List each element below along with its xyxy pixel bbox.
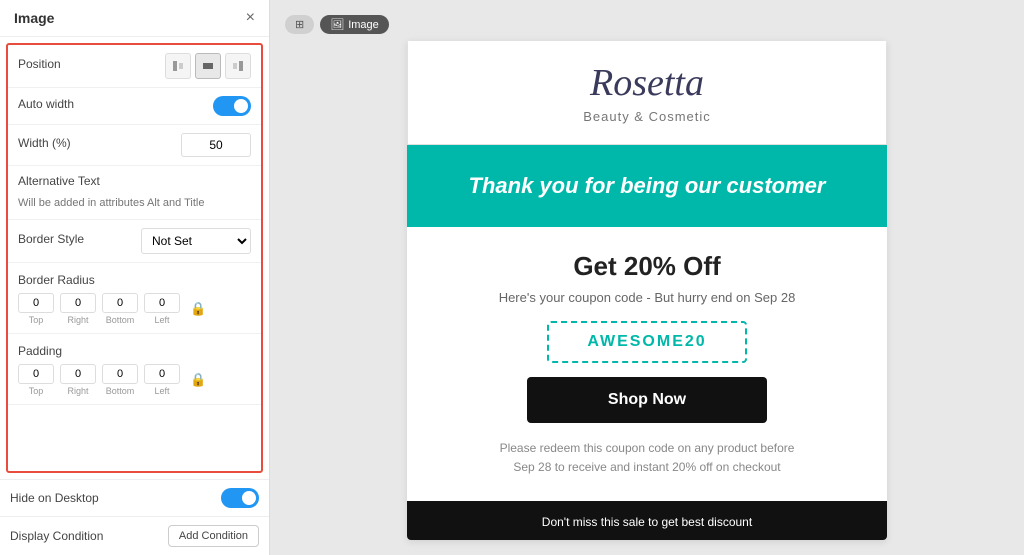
width-field: Width (%) (8, 125, 261, 166)
left-panel: Image × Position (0, 0, 270, 555)
image-pill-label: Image (348, 19, 379, 31)
padding-field: Padding Top Right Bottom Left (8, 334, 261, 405)
border-radius-top-input[interactable] (18, 293, 54, 313)
padding-label: Padding (18, 344, 62, 358)
redeem-text: Please redeem this coupon code on any pr… (437, 439, 857, 477)
padding-bottom-input[interactable] (102, 364, 138, 384)
padding-top-input[interactable] (18, 364, 54, 384)
email-card: Rosetta Beauty & Cosmetic Thank you for … (407, 40, 887, 540)
auto-width-toggle[interactable] (213, 96, 251, 116)
footer-banner: Don't miss this sale to get best discoun… (407, 501, 887, 540)
promo-section: Get 20% Off Here's your coupon code - Bu… (407, 227, 887, 501)
promo-heading: Get 20% Off (437, 251, 857, 282)
teal-banner: Thank you for being our customer (407, 145, 887, 227)
coupon-code: AWESOME20 (547, 321, 747, 363)
hide-desktop-toggle[interactable] (221, 488, 259, 508)
position-field: Position (8, 45, 261, 88)
shop-now-button[interactable]: Shop Now (527, 377, 767, 423)
promo-subtitle: Here's your coupon code - But hurry end … (437, 290, 857, 305)
logo-subtitle: Beauty & Cosmetic (428, 109, 866, 124)
display-condition-row: Display Condition Add Condition (0, 516, 269, 555)
border-radius-left-input[interactable] (144, 293, 180, 313)
border-style-label: Border Style (18, 232, 84, 246)
width-input[interactable] (181, 133, 251, 157)
add-condition-button[interactable]: Add Condition (168, 525, 259, 547)
position-icons (165, 53, 251, 79)
toolbar-bar: ⊞ 🖼 Image (285, 15, 389, 34)
grid-icon: ⊞ (295, 18, 304, 31)
footer-text: Don't miss this sale to get best discoun… (542, 515, 752, 529)
padding-right-input[interactable] (60, 364, 96, 384)
border-radius-right-input[interactable] (60, 293, 96, 313)
padding-bottom-label: Bottom (106, 386, 135, 396)
right-panel: ⊞ 🖼 Image Rosetta Beauty & Cosmetic Than… (270, 0, 1024, 555)
border-radius-field: Border Radius Top Right Bottom Left (8, 263, 261, 334)
display-condition-label: Display Condition (10, 529, 103, 543)
right-label: Right (67, 315, 88, 325)
border-radius-bottom-input[interactable] (102, 293, 138, 313)
panel-header: Image × (0, 0, 269, 37)
top-label: Top (29, 315, 44, 325)
border-radius-lock-icon[interactable]: 🔒 (190, 301, 206, 317)
position-right-btn[interactable] (225, 53, 251, 79)
padding-top-label: Top (29, 386, 44, 396)
position-label: Position (18, 57, 61, 71)
alt-text-input[interactable] (18, 195, 251, 211)
toolbar-image-pill[interactable]: 🖼 Image (320, 15, 389, 34)
position-left-btn[interactable] (165, 53, 191, 79)
position-center-btn[interactable] (195, 53, 221, 79)
alt-text-label: Alternative Text (18, 174, 251, 188)
left-label: Left (154, 315, 169, 325)
auto-width-label: Auto width (18, 97, 74, 111)
hide-desktop-label: Hide on Desktop (10, 491, 99, 505)
hide-desktop-row: Hide on Desktop (0, 479, 269, 516)
bottom-label: Bottom (106, 315, 135, 325)
padding-left-input[interactable] (144, 364, 180, 384)
border-style-select[interactable]: Not Set Solid Dashed Dotted (141, 228, 251, 254)
panel-title: Image (14, 10, 54, 26)
padding-lock-icon[interactable]: 🔒 (190, 372, 206, 388)
border-style-field: Border Style Not Set Solid Dashed Dotted (8, 220, 261, 263)
border-radius-label: Border Radius (18, 273, 95, 287)
panel-content: Position Auto width (6, 43, 263, 473)
padding-left-label: Left (154, 386, 169, 396)
width-label: Width (%) (18, 136, 71, 150)
banner-text: Thank you for being our customer (427, 173, 867, 199)
logo-section: Rosetta Beauty & Cosmetic (407, 40, 887, 145)
alt-text-field: Alternative Text (8, 166, 261, 220)
padding-right-label: Right (67, 386, 88, 396)
logo-title: Rosetta (428, 61, 866, 107)
auto-width-field: Auto width (8, 88, 261, 125)
toolbar-grid-pill[interactable]: ⊞ (285, 15, 314, 34)
image-pill-icon: 🖼 (330, 18, 344, 31)
close-button[interactable]: × (246, 10, 255, 26)
